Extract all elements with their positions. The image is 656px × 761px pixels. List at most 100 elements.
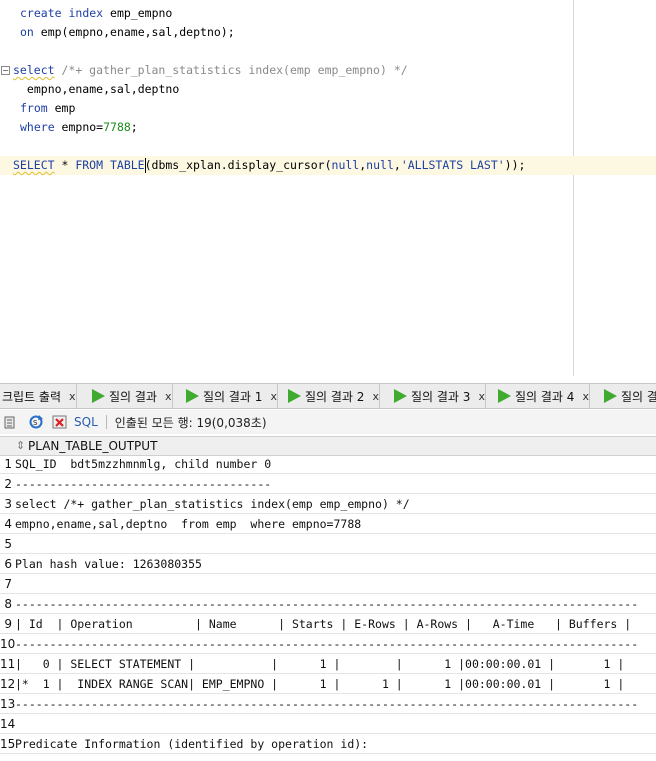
code-text: where empno=7788; <box>20 118 138 137</box>
table-cell[interactable]: ----------------------------------------… <box>15 634 638 654</box>
table-cell[interactable]: select /*+ gather_plan_statistics index(… <box>15 494 410 514</box>
sql-button[interactable]: SQL <box>74 415 98 429</box>
code-line[interactable]: − select /*+ gather_plan_statistics index… <box>0 61 656 80</box>
code-token: (dbms_xplan.display_cursor( <box>144 158 332 172</box>
row-number: 10 <box>0 637 16 651</box>
code-line[interactable]: from emp <box>0 99 656 118</box>
code-line[interactable] <box>0 42 656 61</box>
text-caret <box>145 158 146 173</box>
close-tab-icon[interactable]: x <box>165 390 172 403</box>
row-number: 9 <box>4 617 12 631</box>
table-cell[interactable]: | 0 | SELECT STATEMENT | | 1 | | 1 |00:0… <box>15 654 624 674</box>
run-icon <box>186 389 199 403</box>
row-number: 7 <box>4 577 12 591</box>
code-token: emp <box>47 101 76 115</box>
code-token: select <box>13 63 55 77</box>
code-token: TABLE <box>109 158 145 172</box>
table-row[interactable]: 7 <box>0 574 656 594</box>
code-text: on emp(empno,ename,sal,deptno); <box>20 23 235 42</box>
table-cell[interactable]: | Id | Operation | Name | Starts | E-Row… <box>15 614 631 634</box>
result-tab[interactable]: 질의 결 <box>602 384 656 408</box>
result-tab[interactable]: 질의 결과 x <box>90 384 173 408</box>
table-row[interactable]: 1 SQL_ID bdt5mzzhmnmlg, child number 0 <box>0 454 656 474</box>
table-cell[interactable]: |* 1 | INDEX RANGE SCAN| EMP_EMPNO | 1 |… <box>15 674 624 694</box>
row-number: 11 <box>0 657 16 671</box>
code-line[interactable]: empno,ename,sal,deptno <box>0 80 656 99</box>
table-cell[interactable]: empno,ename,sal,deptno from emp where em… <box>15 514 361 534</box>
close-tab-icon[interactable]: x <box>270 390 277 403</box>
code-token: ; <box>130 120 138 134</box>
row-number: 5 <box>4 537 12 551</box>
pin-icon[interactable] <box>4 414 20 430</box>
row-number: 15 <box>0 737 16 751</box>
result-tab[interactable]: 질의 결과 1 x <box>184 384 278 408</box>
code-token: null <box>331 158 360 172</box>
code-token: where <box>20 120 55 134</box>
code-line[interactable]: SELECT * FROM TABLE(dbms_xplan.display_c… <box>0 156 656 175</box>
sort-icon[interactable]: ⇕ <box>16 439 25 452</box>
table-row[interactable]: 13 --------------------------------------… <box>0 694 656 714</box>
code-token: create <box>20 6 62 20</box>
table-row[interactable]: 6 Plan hash value: 1263080355 <box>0 554 656 574</box>
tab-label: 질의 결과 1 <box>203 389 263 404</box>
close-tab-icon[interactable]: x <box>69 390 76 403</box>
code-text: select /*+ gather_plan_statistics index(… <box>13 61 408 80</box>
run-icon <box>92 389 105 403</box>
code-token: index <box>68 6 104 20</box>
table-row[interactable]: 8 ---------------------------------------… <box>0 594 656 614</box>
code-token: on <box>20 25 34 39</box>
code-line[interactable]: where empno=7788; <box>0 118 656 137</box>
tab-label: 질의 결과 <box>109 389 157 404</box>
fetch-status: 인출된 모든 행: 19(0,038초) <box>114 415 267 430</box>
column-header-plan-table-output[interactable]: PLAN_TABLE_OUTPUT <box>28 439 157 453</box>
sql-editor[interactable]: create index emp_empno on emp(empno,ename… <box>0 0 656 376</box>
result-tab[interactable]: 질의 결과 3 x <box>392 384 486 408</box>
table-cell[interactable]: Predicate Information (identified by ope… <box>15 734 368 754</box>
row-number: 4 <box>4 517 12 531</box>
code-token: SELECT <box>13 158 55 172</box>
table-row[interactable]: 15 Predicate Information (identified by o… <box>0 734 656 754</box>
row-number: 8 <box>4 597 12 611</box>
fold-toggle-icon[interactable]: − <box>1 66 10 75</box>
code-line[interactable] <box>0 137 656 156</box>
table-row[interactable]: 2 ------------------------------------- <box>0 474 656 494</box>
result-tab[interactable]: 크립트 출력 x <box>0 384 77 408</box>
table-cell[interactable]: ----------------------------------------… <box>15 594 638 614</box>
code-token: 'ALLSTATS LAST' <box>400 158 505 172</box>
table-row[interactable]: 4 empno,ename,sal,deptno from emp where e… <box>0 514 656 534</box>
delete-icon[interactable] <box>52 414 68 430</box>
table-cell[interactable]: SQL_ID bdt5mzzhmnmlg, child number 0 <box>15 454 271 474</box>
row-number: 2 <box>4 477 12 491</box>
result-tab-bar: 크립트 출력 x 질의 결과 x 질의 결과 1 x 질의 결과 2 x 질의 결과 3 x 질의 … <box>0 383 656 409</box>
result-tab[interactable]: 질의 결과 2 x <box>286 384 380 408</box>
refresh-icon[interactable]: S <box>28 414 44 430</box>
grid-header[interactable]: ⇕ PLAN_TABLE_OUTPUT <box>0 436 656 456</box>
close-tab-icon[interactable]: x <box>582 390 589 403</box>
table-row[interactable]: 9 | Id | Operation | Name | Starts | E-Ro… <box>0 614 656 634</box>
table-cell[interactable]: Plan hash value: 1263080355 <box>15 554 202 574</box>
table-row[interactable]: 5 <box>0 534 656 554</box>
code-token: null <box>366 158 394 172</box>
tab-label: 질의 결 <box>621 389 656 404</box>
close-tab-icon[interactable]: x <box>478 390 485 403</box>
code-token: , <box>393 158 401 172</box>
close-tab-icon[interactable]: x <box>372 390 379 403</box>
code-line[interactable]: on emp(empno,ename,sal,deptno); <box>0 23 656 42</box>
table-row[interactable]: 10 --------------------------------------… <box>0 634 656 654</box>
table-row[interactable]: 11 | 0 | SELECT STATEMENT | | 1 | | 1 |00… <box>0 654 656 674</box>
code-token: )); <box>504 158 526 172</box>
result-tab[interactable]: 질의 결과 4 x <box>496 384 590 408</box>
code-token: 7788 <box>103 120 131 134</box>
code-token: empno= <box>54 120 104 134</box>
table-cell[interactable]: ----------------------------------------… <box>15 694 638 714</box>
table-cell[interactable]: ------------------------------------- <box>15 474 271 494</box>
table-row[interactable]: 3 select /*+ gather_plan_statistics index… <box>0 494 656 514</box>
code-token: /*+ gather_plan_statistics index(emp emp… <box>61 63 408 77</box>
table-row[interactable]: 12 |* 1 | INDEX RANGE SCAN| EMP_EMPNO | 1… <box>0 674 656 694</box>
code-text: create index emp_empno <box>20 4 172 23</box>
table-row[interactable]: 14 <box>0 714 656 734</box>
code-line[interactable]: create index emp_empno <box>0 4 656 23</box>
code-token: * <box>54 158 76 172</box>
code-token: from <box>20 101 48 115</box>
